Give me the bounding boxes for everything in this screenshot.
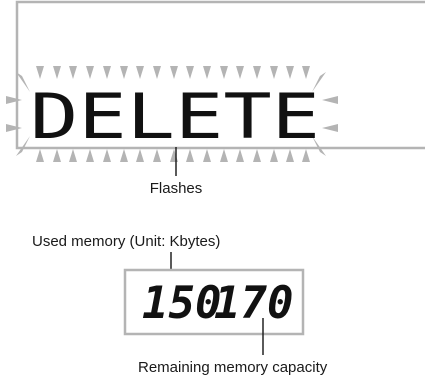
flash-indicator-top-mark [53, 66, 61, 79]
remaining-memory-label: Remaining memory capacity [138, 359, 328, 376]
flash-indicator-right-mark [322, 96, 338, 104]
flash-indicator-left-mark [6, 124, 22, 132]
flashes-label: Flashes [150, 180, 203, 197]
flash-indicator-top-mark [136, 66, 144, 79]
flash-indicator-top-mark [253, 66, 261, 79]
flash-indicator-left-mark [6, 96, 22, 104]
flash-indicator-top-mark [103, 66, 111, 79]
used-memory-value: 150 [142, 278, 221, 329]
flash-indicator-top-mark [302, 66, 310, 79]
lcd-diagram: DELETE Flashes Used memory (Unit: Kbytes… [6, 0, 425, 376]
remaining-memory-value: 170 [214, 278, 293, 329]
flash-indicator-top-mark [120, 66, 128, 79]
flash-indicator-top-mark [270, 66, 278, 79]
flash-indicator-top-mark [203, 66, 211, 79]
used-memory-label: Used memory (Unit: Kbytes) [32, 233, 220, 250]
flash-indicator-top-mark [36, 66, 44, 79]
flash-indicator-top-mark [170, 66, 178, 79]
flash-indicator-top-mark [86, 66, 94, 79]
flash-indicator-top-mark [69, 66, 77, 79]
flash-indicator-top-mark [153, 66, 161, 79]
flash-indicator-top-mark [186, 66, 194, 79]
flash-indicator-top-mark [236, 66, 244, 79]
flash-indicator-top-mark [220, 66, 228, 79]
lcd-message-text: DELETE [30, 80, 320, 153]
flash-indicator-right-mark [322, 124, 338, 132]
flash-indicator-top-mark [286, 66, 294, 79]
